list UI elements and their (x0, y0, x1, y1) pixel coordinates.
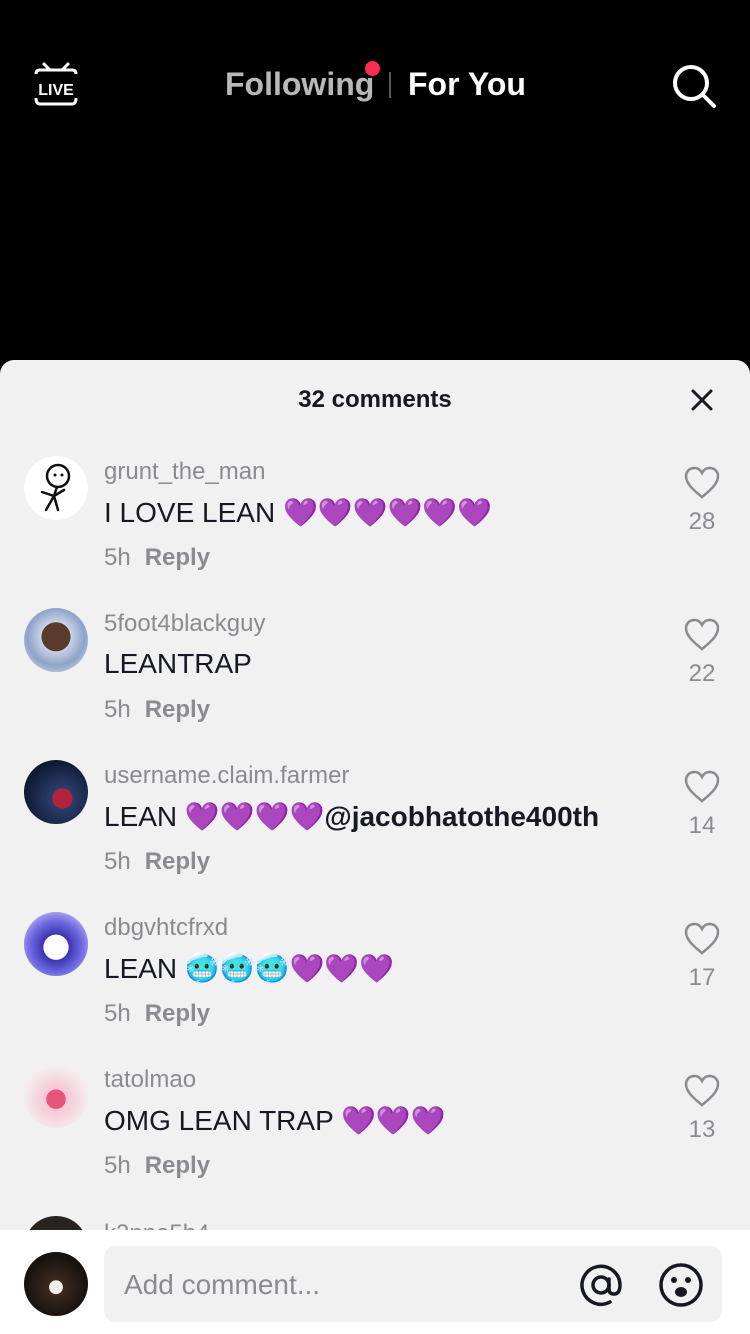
like-count: 14 (688, 812, 716, 839)
like-count: 13 (688, 1116, 716, 1143)
like-count: 17 (688, 964, 716, 991)
like-button[interactable]: 22 (672, 618, 732, 698)
comment-username[interactable]: grunt_the_man (104, 458, 265, 486)
avatar[interactable] (24, 912, 88, 976)
comment-username[interactable]: tatolmao (104, 1066, 196, 1094)
heart-icon (684, 618, 720, 651)
avatar-drawing (40, 463, 71, 512)
comment-composer (0, 1230, 750, 1334)
heart-icon (684, 922, 720, 955)
reply-button[interactable]: Reply (145, 696, 210, 723)
comments-sheet: 32 comments grunt_the_man I LOVE LEAN 💜💜… (0, 360, 750, 1334)
like-button[interactable]: 14 (672, 770, 732, 850)
user-avatar[interactable] (24, 1252, 88, 1316)
like-button[interactable]: 13 (672, 1074, 732, 1154)
tab-following-label: Following (225, 66, 375, 102)
avatar[interactable] (24, 456, 88, 520)
comment-text-body: LEAN 💜💜💜💜 (104, 801, 325, 832)
comment-time: 5h (104, 696, 131, 723)
reply-button[interactable]: Reply (145, 848, 210, 875)
live-tv-icon: LIVE (34, 62, 78, 106)
emoji-button[interactable] (658, 1262, 704, 1308)
comment-input-box (104, 1246, 722, 1324)
search-button[interactable] (670, 62, 718, 110)
live-label: LIVE (38, 82, 74, 99)
close-icon (691, 389, 713, 411)
comment-item: username.claim.farmer LEAN 💜💜💜💜@jacobhat… (0, 760, 750, 910)
comment-text: OMG LEAN TRAP 💜💜💜 (104, 1105, 446, 1136)
heart-icon (684, 466, 720, 499)
comment-time: 5h (104, 1152, 131, 1179)
tab-for-you-label: For You (408, 66, 526, 102)
like-button[interactable]: 17 (672, 922, 732, 1002)
live-button[interactable]: LIVE (30, 60, 82, 112)
comment-meta: 5h Reply (104, 1000, 210, 1028)
tab-divider (389, 72, 391, 98)
comment-text: I LOVE LEAN 💜💜💜💜💜💜 (104, 497, 493, 528)
top-navigation: LIVE Following For You (0, 0, 750, 360)
mention-link[interactable]: @jacobhatothe400th (324, 801, 599, 832)
reply-button[interactable]: Reply (145, 1000, 210, 1027)
like-count: 28 (688, 508, 716, 535)
comment-time: 5h (104, 848, 131, 875)
comments-count-title: 32 comments (298, 386, 452, 413)
at-sign-icon (580, 1264, 622, 1306)
emoji-icon (659, 1263, 703, 1307)
avatar[interactable] (24, 760, 88, 824)
heart-icon (684, 1074, 720, 1107)
comment-username[interactable]: 5foot4blackguy (104, 610, 265, 638)
comment-meta: 5h Reply (104, 696, 210, 724)
comment-item: grunt_the_man I LOVE LEAN 💜💜💜💜💜💜 5h Reply… (0, 456, 750, 606)
comment-meta: 5h Reply (104, 544, 210, 572)
close-button[interactable] (688, 386, 716, 414)
comment-item: dbgvhtcfrxd LEAN 🥶🥶🥶💜💜💜 5h Reply 17 (0, 912, 750, 1062)
reply-button[interactable]: Reply (145, 1152, 210, 1179)
comment-meta: 5h Reply (104, 848, 210, 876)
comment-input[interactable] (122, 1246, 566, 1324)
comment-time: 5h (104, 544, 131, 571)
comment-text: LEANTRAP (104, 648, 252, 679)
comment-text: LEAN 🥶🥶🥶💜💜💜 (104, 953, 395, 984)
comment-username[interactable]: dbgvhtcfrxd (104, 914, 228, 942)
comment-text: LEAN 💜💜💜💜@jacobhatothe400th (104, 800, 599, 833)
comment-time: 5h (104, 1000, 131, 1027)
avatar[interactable] (24, 1064, 88, 1128)
comment-username[interactable]: username.claim.farmer (104, 762, 349, 790)
mention-button[interactable] (578, 1262, 624, 1308)
reply-button[interactable]: Reply (145, 544, 210, 571)
notification-dot (365, 61, 380, 76)
comment-meta: 5h Reply (104, 1152, 210, 1180)
comment-item: 5foot4blackguy LEANTRAP 5h Reply 22 (0, 608, 750, 758)
like-button[interactable]: 28 (672, 466, 732, 546)
avatar[interactable] (24, 608, 88, 672)
like-count: 22 (688, 660, 716, 687)
search-icon (673, 65, 716, 108)
heart-icon (684, 770, 720, 803)
comment-item: tatolmao OMG LEAN TRAP 💜💜💜 5h Reply 13 (0, 1064, 750, 1214)
